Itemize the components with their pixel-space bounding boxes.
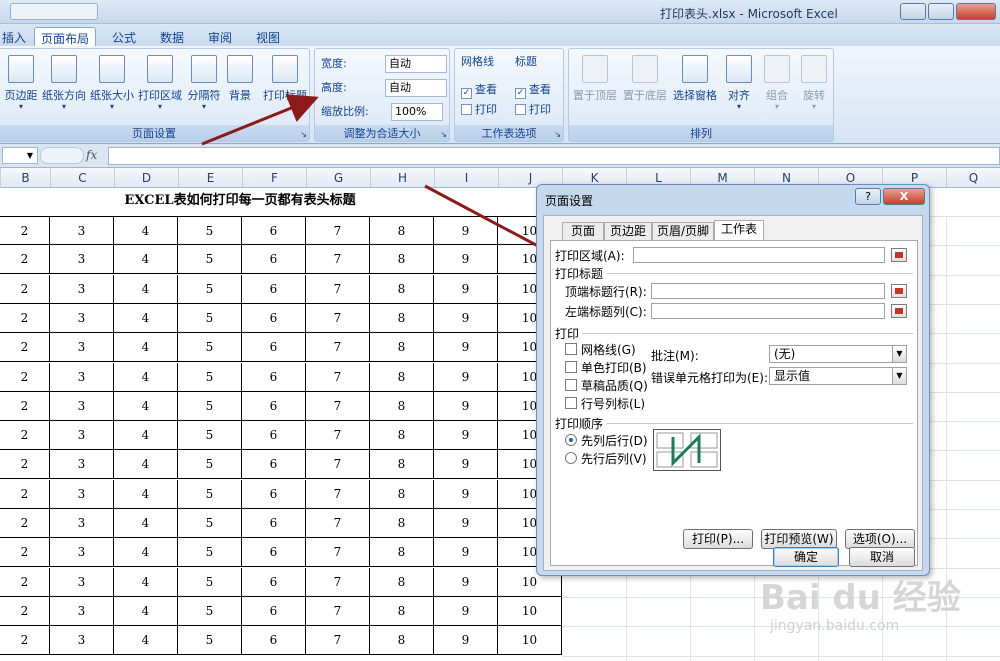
print-button[interactable]: 打印(P)... bbox=[683, 529, 753, 549]
dialog-tab-page[interactable]: 页面 bbox=[562, 222, 604, 241]
dialog-tab-margins[interactable]: 页边距 bbox=[604, 222, 652, 241]
row-col-headings-checkbox[interactable] bbox=[565, 397, 577, 409]
watermark-logo: Bai du 经验 bbox=[760, 578, 961, 618]
cols-repeat-collapse-icon[interactable] bbox=[891, 304, 907, 318]
cell-errors-select[interactable]: 显示值 ▼ bbox=[769, 367, 907, 385]
over-then-down-radio[interactable] bbox=[565, 452, 577, 464]
dialog-tab-header-footer[interactable]: 页眉/页脚 bbox=[652, 222, 714, 241]
gridlines-checkbox[interactable] bbox=[565, 343, 577, 355]
draft-quality-label: 草稿品质(Q) bbox=[581, 379, 648, 393]
page-setup-dialog: 页面设置 ? X 页面 页边距 页眉/页脚 工作表 打印区域(A): 打印标题 … bbox=[536, 184, 930, 576]
page-order-preview-icon bbox=[653, 429, 721, 471]
cols-repeat-input[interactable] bbox=[651, 303, 885, 319]
rows-repeat-collapse-icon[interactable] bbox=[891, 284, 907, 298]
print-area-collapse-icon[interactable] bbox=[891, 248, 907, 262]
dialog-title: 页面设置 bbox=[545, 194, 594, 208]
dialog-tab-sheet[interactable]: 工作表 bbox=[714, 220, 764, 241]
down-then-over-radio[interactable] bbox=[565, 434, 577, 446]
print-heading: 打印 bbox=[555, 327, 580, 341]
dialog-body: 页面 页边距 页眉/页脚 工作表 打印区域(A): 打印标题 顶端标题行(R):… bbox=[543, 215, 923, 571]
print-divider bbox=[583, 333, 913, 334]
comments-select[interactable]: (无) ▼ bbox=[769, 345, 907, 363]
row-col-headings-label: 行号列标(L) bbox=[581, 397, 646, 411]
chevron-down-icon: ▼ bbox=[892, 346, 906, 362]
draft-quality-checkbox[interactable] bbox=[565, 379, 577, 391]
down-then-over-label: 先列后行(D) bbox=[581, 434, 648, 448]
black-white-checkbox[interactable] bbox=[565, 361, 577, 373]
chevron-down-icon: ▼ bbox=[892, 368, 906, 384]
comments-label: 批注(M): bbox=[651, 349, 699, 363]
print-preview-button[interactable]: 打印预览(W) bbox=[761, 529, 837, 549]
over-then-down-label: 先行后列(V) bbox=[581, 452, 647, 466]
page-order-heading: 打印顺序 bbox=[555, 417, 604, 431]
dialog-close-button[interactable]: X bbox=[883, 188, 925, 205]
rows-repeat-input[interactable] bbox=[651, 283, 885, 299]
page-order-divider bbox=[607, 423, 913, 424]
print-area-label: 打印区域(A): bbox=[555, 249, 625, 263]
print-area-input[interactable] bbox=[633, 247, 885, 263]
dialog-tab-panel: 打印区域(A): 打印标题 顶端标题行(R): 左端标题列(C): 打印 网格线… bbox=[550, 240, 918, 566]
cell-errors-label: 错误单元格打印为(E): bbox=[651, 371, 768, 385]
watermark-url: jingyan.baidu.com bbox=[770, 618, 900, 634]
ok-button[interactable]: 确定 bbox=[773, 547, 839, 567]
cancel-button[interactable]: 取消 bbox=[849, 547, 915, 567]
rows-repeat-label: 顶端标题行(R): bbox=[565, 285, 647, 299]
options-button[interactable]: 选项(O)... bbox=[845, 529, 915, 549]
arrow-to-print-titles bbox=[201, 94, 319, 146]
cols-repeat-label: 左端标题列(C): bbox=[565, 305, 647, 319]
black-white-label: 单色打印(B) bbox=[581, 361, 647, 375]
gridlines-option-label: 网格线(G) bbox=[581, 343, 636, 357]
print-titles-divider bbox=[607, 273, 913, 274]
print-titles-heading: 打印标题 bbox=[555, 267, 604, 281]
dialog-help-button[interactable]: ? bbox=[855, 188, 881, 205]
